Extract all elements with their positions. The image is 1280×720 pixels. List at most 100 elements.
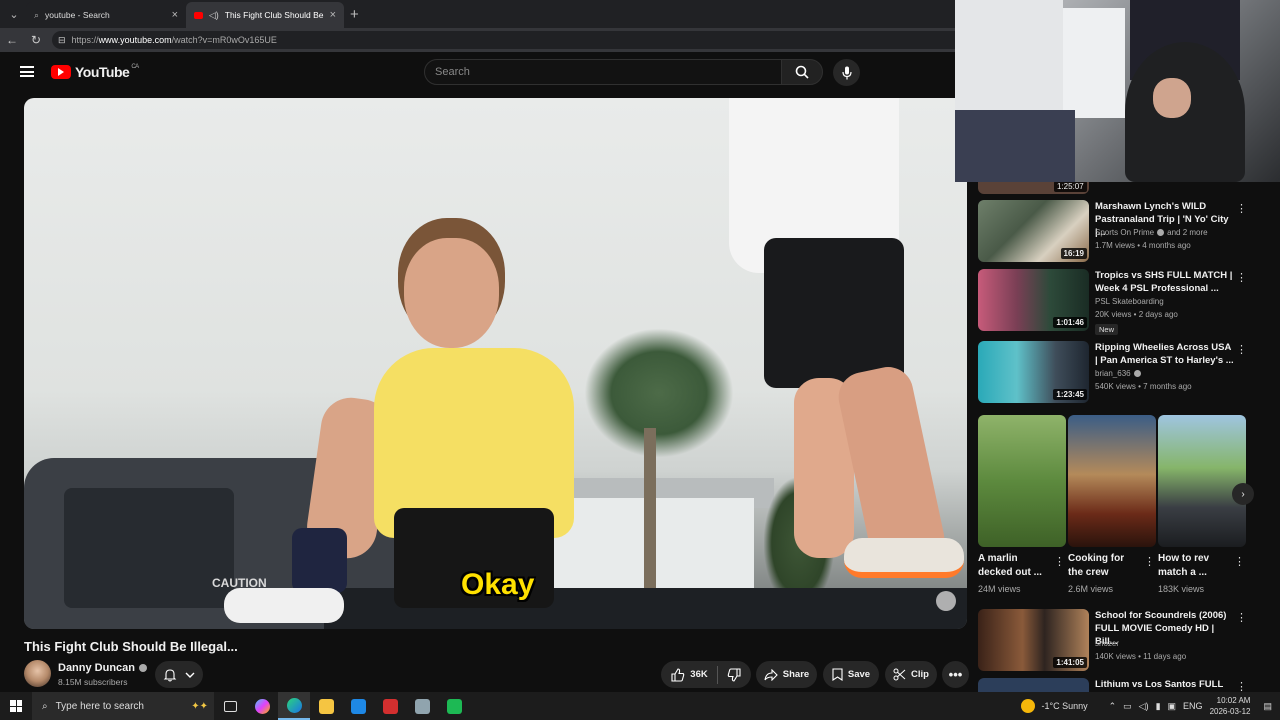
- microphone-icon[interactable]: ▮: [1156, 701, 1161, 712]
- close-tab-icon[interactable]: ×: [330, 9, 336, 21]
- task-view-icon[interactable]: [214, 692, 246, 720]
- menu-icon[interactable]: [20, 66, 34, 77]
- gift-app-icon[interactable]: [374, 692, 406, 720]
- file-explorer-icon[interactable]: [310, 692, 342, 720]
- search-button[interactable]: [781, 59, 823, 85]
- taskbar-search[interactable]: ⌕ Type here to search ✦✦: [32, 692, 214, 720]
- back-arrow-icon[interactable]: ←: [0, 33, 24, 47]
- tab-label: This Fight Club Should Be Ille: [224, 10, 324, 20]
- truck-window: [64, 488, 234, 608]
- search-input[interactable]: Search: [424, 59, 782, 85]
- copilot-icon[interactable]: [246, 692, 278, 720]
- short-thumbnail[interactable]: [1158, 415, 1246, 547]
- speaker-icon[interactable]: ◁): [209, 10, 219, 21]
- url-path: /watch?v=mR0wOv165UE: [171, 35, 277, 45]
- more-vertical-icon[interactable]: ⋮: [1236, 680, 1247, 692]
- search-icon: ⌕: [34, 9, 40, 20]
- more-vertical-icon[interactable]: ⋮: [1236, 343, 1247, 356]
- short-thumbnail[interactable]: [978, 415, 1066, 547]
- short-thumbnail[interactable]: [1068, 415, 1156, 547]
- short-title[interactable]: A marlin decked out ...: [978, 552, 1050, 580]
- subscribed-button[interactable]: [155, 661, 203, 688]
- tab-list-button[interactable]: ⌄: [2, 2, 26, 26]
- share-button[interactable]: Share: [756, 661, 817, 688]
- short-views: 183K views: [1158, 584, 1205, 594]
- more-vertical-icon[interactable]: ⋮: [1144, 555, 1155, 568]
- youtube-logo[interactable]: YouTube CA: [51, 64, 139, 80]
- list-item[interactable]: Lithium vs Los Santos FULL ⋮: [978, 678, 1268, 692]
- verified-icon: [1133, 370, 1141, 377]
- more-vertical-icon[interactable]: ⋮: [1236, 271, 1247, 284]
- video-title[interactable]: Tropics vs SHS FULL MATCH | Week 4 PSL P…: [1095, 269, 1235, 295]
- video-thumbnail[interactable]: 1:41:05: [978, 609, 1089, 671]
- video-duration: 1:23:45: [1053, 389, 1087, 400]
- verified-icon: [139, 664, 148, 672]
- chevron-up-icon[interactable]: ⌃: [1109, 701, 1117, 712]
- like-button[interactable]: 36K: [671, 667, 708, 682]
- video-title: This Fight Club Should Be Illegal...: [24, 639, 238, 654]
- notification-icon[interactable]: ▤: [1263, 701, 1272, 712]
- site-info-icon[interactable]: ⊟: [58, 35, 66, 46]
- video-meta: 1.7M views • 4 months ago: [1095, 241, 1191, 250]
- voice-search-button[interactable]: [833, 59, 860, 86]
- channel-name[interactable]: Danny Duncan: [58, 662, 135, 674]
- weather-widget[interactable]: -1°C Sunny: [1021, 699, 1088, 713]
- close-tab-icon[interactable]: ×: [172, 9, 178, 21]
- tab-video[interactable]: ◁) This Fight Club Should Be Ille ×: [186, 2, 344, 28]
- video-thumbnail[interactable]: 1:01:46: [978, 269, 1089, 331]
- more-vertical-icon[interactable]: ⋮: [1236, 611, 1247, 624]
- app-window-icon[interactable]: [406, 692, 438, 720]
- short-title[interactable]: How to rev match a ...: [1158, 552, 1230, 580]
- save-button[interactable]: Save: [823, 661, 879, 688]
- screen: ⌄ ⌕ youtube - Search × ◁) This Fight Clu…: [0, 0, 1280, 720]
- network-icon[interactable]: ▭: [1123, 701, 1132, 712]
- more-vertical-icon[interactable]: ⋮: [1236, 202, 1247, 215]
- standing-person-shorts: [764, 238, 904, 388]
- tab-youtube-search[interactable]: ⌕ youtube - Search ×: [26, 2, 186, 28]
- video-player[interactable]: CAUTION Okay: [24, 98, 967, 629]
- clip-button[interactable]: Clip: [885, 661, 937, 688]
- mail-icon[interactable]: [342, 692, 374, 720]
- more-actions-button[interactable]: •••: [942, 661, 969, 688]
- short-title[interactable]: Cooking for the crew: [1068, 552, 1140, 580]
- clock[interactable]: 10:02 AM 2026-03-12: [1210, 695, 1251, 717]
- video-thumbnail[interactable]: [978, 678, 1089, 692]
- video-thumbnail[interactable]: 1:23:45: [978, 341, 1089, 403]
- language-indicator[interactable]: ENG: [1183, 701, 1203, 711]
- shorts-shelf: A marlin decked out ... ⋮ 24M views Cook…: [978, 415, 1268, 605]
- new-tab-icon[interactable]: +: [350, 6, 359, 23]
- more-vertical-icon[interactable]: ⋮: [1234, 555, 1245, 568]
- video-meta: 540K views • 7 months ago: [1095, 382, 1192, 391]
- edge-icon[interactable]: [278, 692, 310, 720]
- dislike-button[interactable]: [727, 667, 741, 682]
- video-thumbnail[interactable]: 16:19: [978, 200, 1089, 262]
- standing-person-shoe: [844, 538, 964, 578]
- short-item[interactable]: How to rev match a ... ⋮ 183K views: [1158, 415, 1246, 594]
- save-label: Save: [847, 669, 871, 680]
- volume-icon[interactable]: ◁): [1139, 701, 1149, 712]
- wall: [955, 0, 1063, 110]
- more-vertical-icon[interactable]: ⋮: [1054, 555, 1065, 568]
- sparkle-icon: ✦✦: [191, 700, 208, 712]
- video-title[interactable]: Lithium vs Los Santos FULL: [1095, 678, 1235, 691]
- short-item[interactable]: A marlin decked out ... ⋮ 24M views: [978, 415, 1066, 594]
- tab-label: youtube - Search: [45, 10, 110, 20]
- system-tray: -1°C Sunny ⌃ ▭ ◁) ▮ ▣ ENG 10:02 AM 2026-…: [1021, 692, 1280, 720]
- clip-label: Clip: [911, 669, 929, 680]
- reload-icon[interactable]: ↻: [24, 33, 48, 47]
- green-app-icon[interactable]: [438, 692, 470, 720]
- video-title[interactable]: Ripping Wheelies Across USA | Pan Americ…: [1095, 341, 1235, 367]
- channel-name[interactable]: shozer: [1095, 639, 1119, 648]
- channel-name[interactable]: PSL Skateboarding: [1095, 297, 1164, 306]
- channel-row: PSL Skateboarding: [1095, 297, 1164, 306]
- channel-name[interactable]: Sports On Prime: [1095, 228, 1154, 237]
- short-item[interactable]: Cooking for the crew ⋮ 2.6M views: [1068, 415, 1156, 594]
- channel-watermark-icon[interactable]: [936, 591, 956, 611]
- url-field[interactable]: ⊟ https://www.youtube.com/watch?v=mR0wOv…: [52, 31, 972, 49]
- display-icon[interactable]: ▣: [1168, 701, 1177, 712]
- channel-avatar[interactable]: [24, 660, 51, 687]
- channel-name[interactable]: brian_636: [1095, 369, 1131, 378]
- channel-name-row[interactable]: Danny Duncan: [58, 662, 148, 674]
- shorts-next-button[interactable]: ›: [1232, 483, 1254, 505]
- start-button[interactable]: [0, 692, 32, 720]
